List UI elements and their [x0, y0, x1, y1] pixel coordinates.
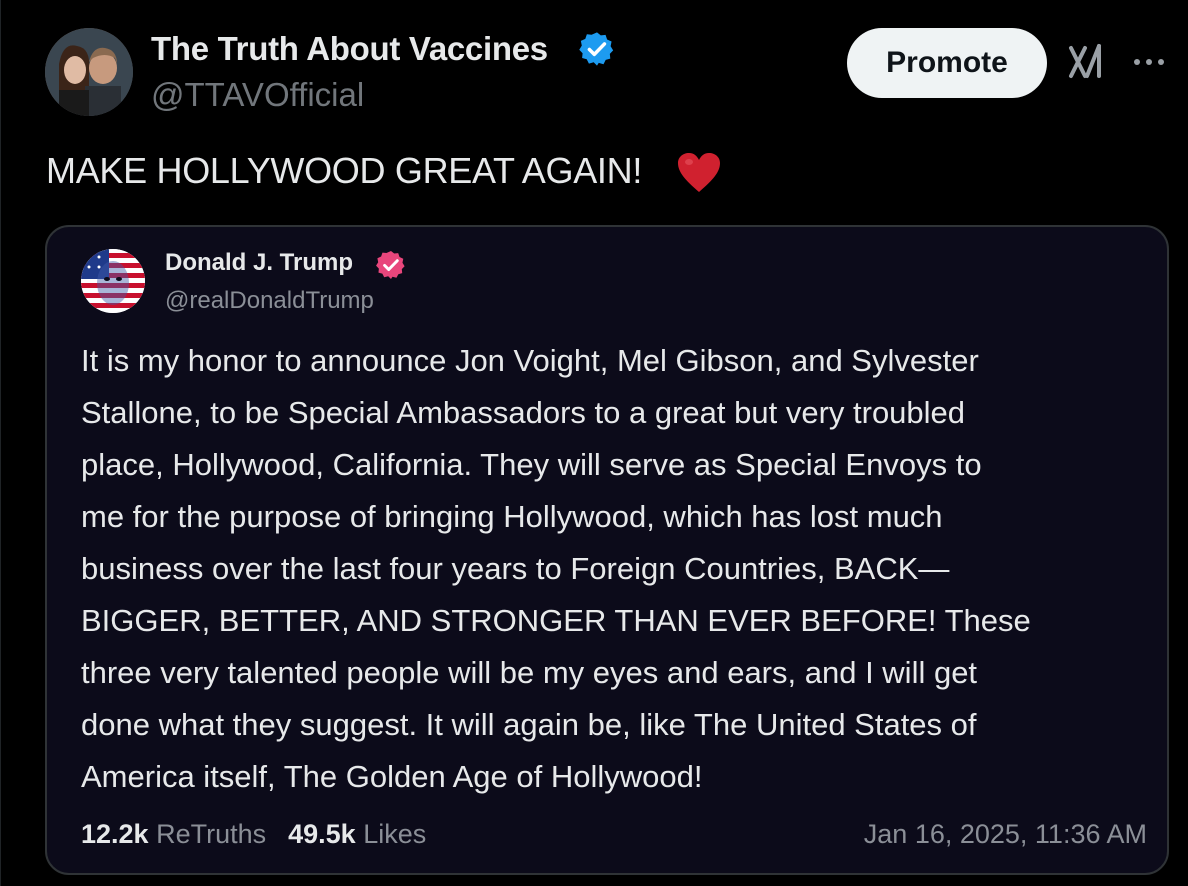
quoted-post-line: Stallone, to be Special Ambassadors to a…: [81, 395, 966, 430]
quoted-post-line: BIGGER, BETTER, AND STRONGER THAN EVER B…: [81, 603, 1031, 638]
quoted-author-name[interactable]: Donald J. Trump: [165, 249, 353, 277]
quoted-post-line: America itself, The Golden Age of Hollyw…: [81, 759, 703, 794]
verified-badge-icon: [376, 251, 405, 279]
quoted-post-card[interactable]: Donald J. Trump @realDonaldTrump It is m…: [45, 225, 1169, 875]
author-avatar[interactable]: [45, 28, 133, 116]
likes-count: 49.5k: [288, 819, 356, 849]
quoted-post-line: place, Hollywood, California. They will …: [81, 447, 982, 482]
author-handle[interactable]: @TTAVOfficial: [151, 76, 364, 114]
author-name[interactable]: The Truth About Vaccines: [151, 30, 548, 68]
post: The Truth About Vaccines @TTAVOfficial P…: [0, 0, 1188, 886]
quoted-post-line: three very talented people will be my ey…: [81, 655, 978, 690]
quoted-post-body: It is my honor to announce Jon Voight, M…: [81, 335, 1141, 803]
more-options-icon[interactable]: [1129, 52, 1169, 72]
grok-icon[interactable]: [1067, 42, 1107, 82]
verified-badge-icon: [579, 32, 614, 66]
retruths-stat[interactable]: 12.2k ReTruths: [81, 819, 266, 849]
quoted-author-avatar[interactable]: [81, 249, 145, 313]
quoted-post-line: done what they suggest. It will again be…: [81, 707, 977, 742]
red-heart-icon: [678, 153, 720, 192]
quoted-post-footer: 12.2k ReTruths 49.5k Likes Jan 16, 2025, …: [81, 819, 1147, 850]
quoted-post-timestamp[interactable]: Jan 16, 2025, 11:36 AM: [864, 819, 1147, 850]
quoted-post-line: business over the last four years to For…: [81, 551, 950, 586]
promote-button[interactable]: Promote: [847, 28, 1047, 98]
likes-stat[interactable]: 49.5k Likes: [288, 819, 426, 849]
retruths-count: 12.2k: [81, 819, 149, 849]
quoted-post-line: me for the purpose of bringing Hollywood…: [81, 499, 943, 534]
post-text: MAKE HOLLYWOOD GREAT AGAIN!: [46, 150, 643, 191]
likes-label: Likes: [363, 819, 427, 849]
quoted-post-line: It is my honor to announce Jon Voight, M…: [81, 343, 979, 378]
retruths-label: ReTruths: [156, 819, 267, 849]
quoted-author-handle[interactable]: @realDonaldTrump: [165, 287, 374, 315]
